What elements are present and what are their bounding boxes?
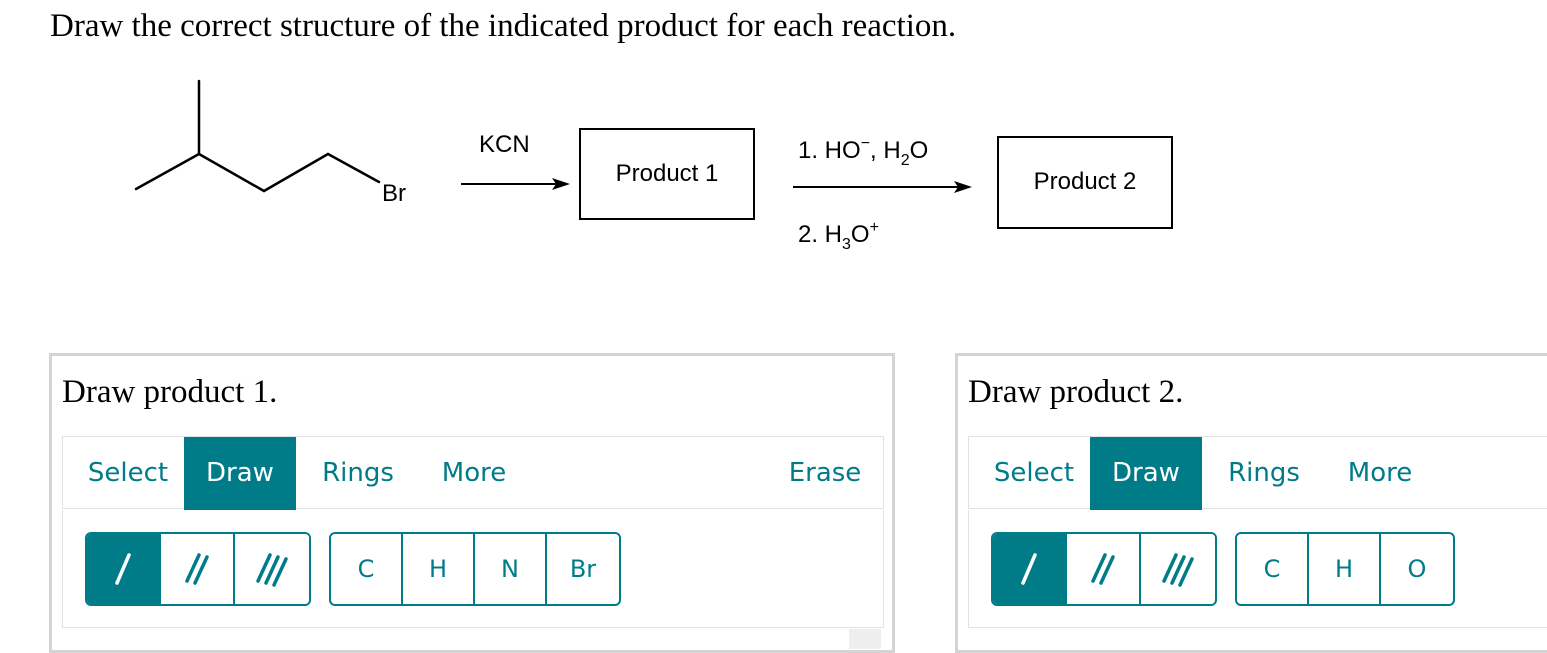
reagent-step-2: 2. H3O+ [798, 219, 879, 253]
reagent-kcn: KCN [479, 131, 530, 158]
reaction-scheme: Br KCN Product 1 1. HO−, H2O 2. H3O+ Pro… [134, 79, 1173, 253]
triple-bond-icon [256, 553, 288, 587]
reagent-step-1: 1. HO−, H2O [798, 135, 928, 169]
sketcher-toolbar: Select Draw Rings More Erase [62, 436, 884, 510]
triple-bond-icon [1162, 553, 1194, 587]
draw-product-1-panel: Draw product 1. Select Draw Rings More E… [49, 353, 895, 653]
atom-button-h[interactable]: H [1309, 534, 1381, 604]
bond-buttons [85, 532, 311, 606]
tab-draw[interactable]: Draw [1090, 437, 1202, 510]
single-bond-button[interactable] [993, 534, 1067, 604]
product-2-label: Product 2 [1034, 168, 1137, 195]
chain-bond-3 [326, 152, 381, 184]
atom-button-n[interactable]: N [475, 534, 547, 604]
tab-draw[interactable]: Draw [184, 437, 296, 510]
atom-button-o[interactable]: O [1381, 534, 1453, 604]
tab-erase[interactable]: Erase [775, 437, 875, 510]
tab-more[interactable]: More [1335, 437, 1425, 510]
double-bond-button[interactable] [1067, 534, 1141, 604]
starting-material-structure [134, 79, 381, 193]
atom-buttons: C H N Br [329, 532, 621, 606]
atom-buttons: C H O [1235, 532, 1455, 606]
double-bond-button[interactable] [161, 534, 235, 604]
atom-button-c[interactable]: C [1237, 534, 1309, 604]
panel-title: Draw product 2. [968, 374, 1184, 410]
sketcher-toolbar: Select Draw Rings More [968, 436, 1547, 510]
atom-button-c[interactable]: C [331, 534, 403, 604]
triple-bond-button[interactable] [235, 534, 309, 604]
product-1-label: Product 1 [616, 160, 719, 187]
bromine-label: Br [382, 180, 406, 207]
bond-buttons [991, 532, 1217, 606]
draw-tools-bar: C H N Br [62, 510, 884, 628]
draw-product-2-panel: Draw product 2. Select Draw Rings More C… [955, 353, 1547, 653]
double-bond-icon [1091, 553, 1115, 585]
tab-select[interactable]: Select [979, 437, 1089, 510]
tab-rings[interactable]: Rings [313, 437, 403, 510]
tab-rings[interactable]: Rings [1219, 437, 1309, 510]
atom-button-br[interactable]: Br [547, 534, 619, 604]
chain-bond-2 [262, 152, 330, 193]
tab-select[interactable]: Select [73, 437, 183, 510]
atom-button-h[interactable]: H [403, 534, 475, 604]
single-bond-button[interactable] [87, 534, 161, 604]
chain-bond-1 [197, 152, 266, 193]
triple-bond-button[interactable] [1141, 534, 1215, 604]
scrollbar-stub[interactable] [849, 629, 881, 649]
single-bond-icon [1021, 553, 1037, 585]
methyl-bond-left [134, 152, 201, 191]
double-bond-icon [185, 553, 209, 585]
draw-tools-bar: C H O [968, 510, 1547, 628]
panel-title: Draw product 1. [62, 374, 278, 410]
single-bond-icon [115, 553, 131, 585]
tab-more[interactable]: More [429, 437, 519, 510]
